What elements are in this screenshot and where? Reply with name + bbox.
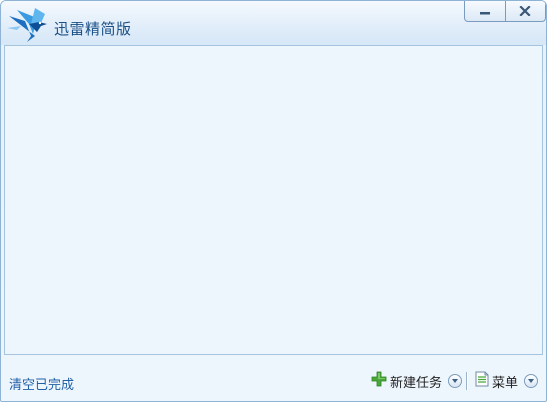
menu-button[interactable]: 菜单 [475,370,539,392]
toolbar-divider [466,372,468,390]
menu-label: 菜单 [492,375,519,391]
minimize-button[interactable] [465,1,505,21]
app-window: 迅雷精简版 清空已完成 新建任务 菜单 [0,0,547,402]
new-task-button[interactable]: 新建任务 [371,370,463,392]
window-controls [464,1,546,22]
new-task-label: 新建任务 [390,375,443,391]
clear-completed-link[interactable]: 清空已完成 [9,374,74,393]
document-icon [475,371,489,391]
thunder-bird-logo-icon [7,6,51,44]
chevron-down-icon[interactable] [524,374,539,388]
app-title: 迅雷精简版 [54,20,132,38]
minimize-icon [479,11,490,14]
close-button[interactable] [504,1,546,21]
bottom-toolbar: 清空已完成 新建任务 菜单 [1,357,546,401]
chevron-down-icon[interactable] [448,374,463,388]
close-icon [519,5,531,16]
plus-icon [371,371,387,391]
task-list-area[interactable] [4,45,543,355]
title-bar[interactable]: 迅雷精简版 [1,1,546,45]
